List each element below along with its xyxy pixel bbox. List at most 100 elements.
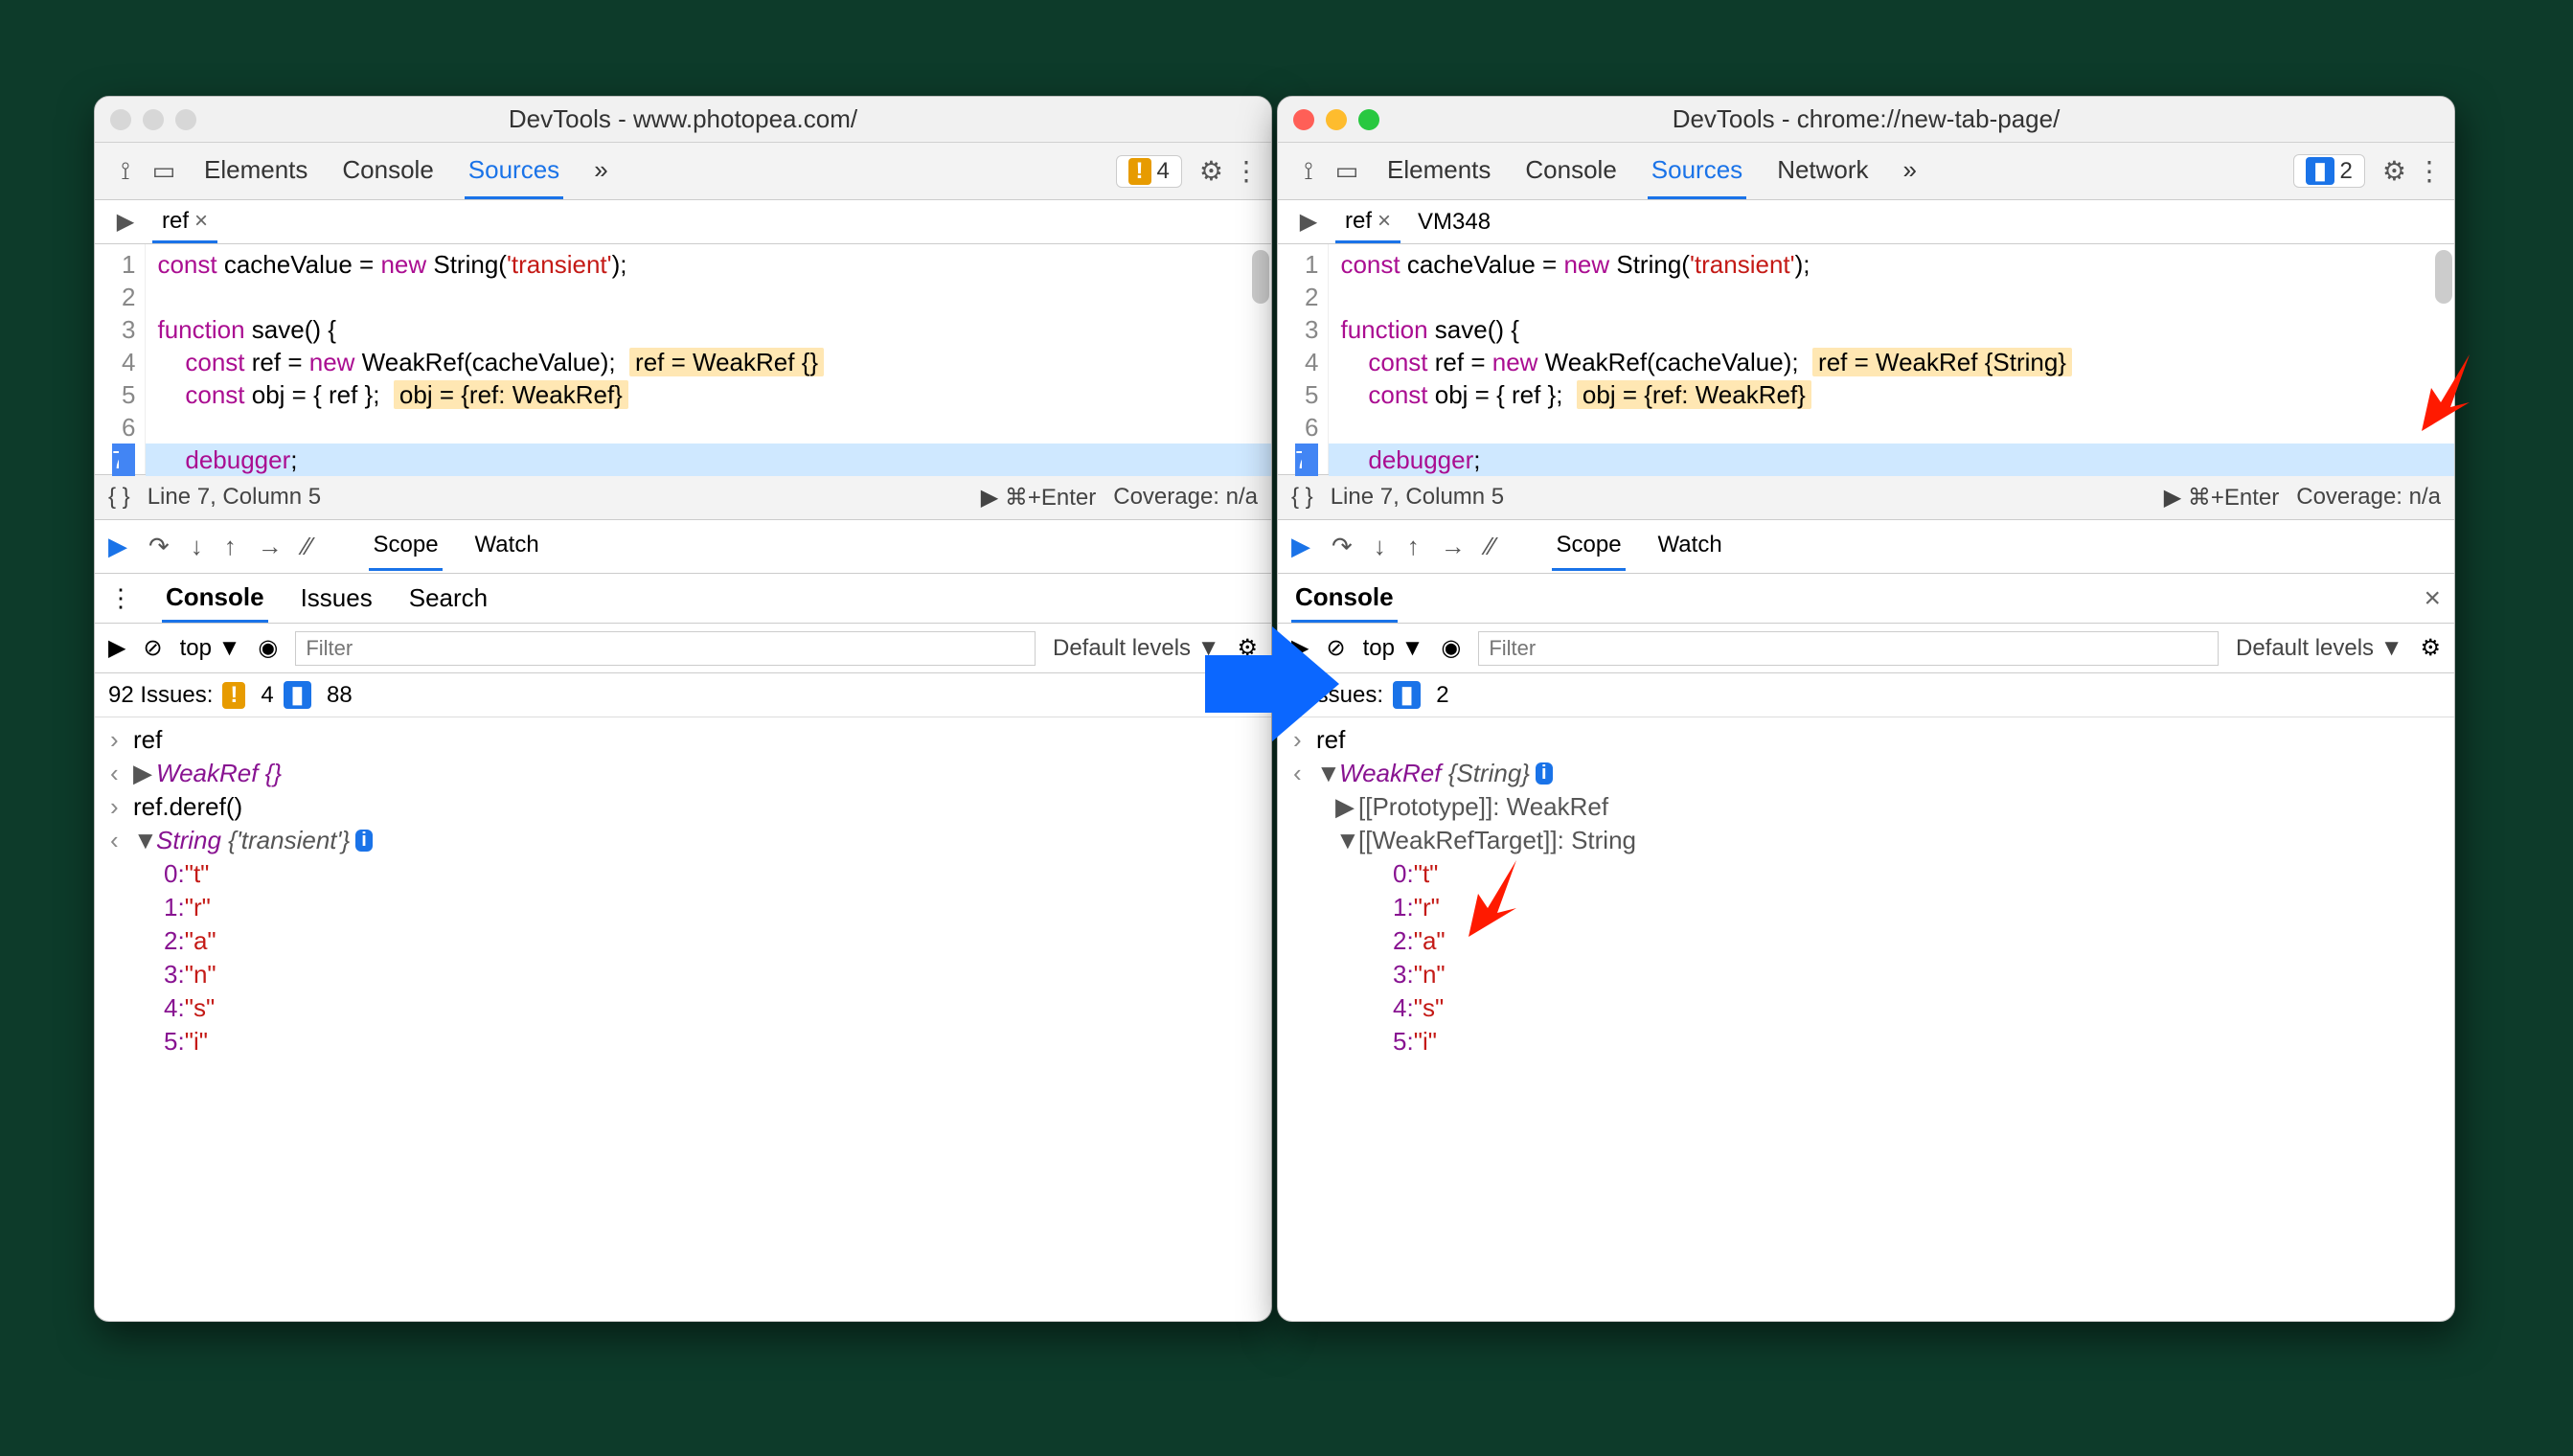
expand-toggle-icon[interactable]: ▼ [133,826,156,855]
file-tab-ref[interactable]: ref× [152,201,217,243]
file-tab-vm[interactable]: VM348 [1408,202,1500,241]
object-property[interactable]: ▶[[Prototype]]: WeakRef [1278,790,2454,824]
tab-network[interactable]: Network [1773,144,1872,199]
close-icon[interactable]: × [194,208,208,234]
object-property[interactable]: 4: "s" [95,991,1271,1025]
deactivate-bp-icon[interactable]: ⁄⁄ [304,532,312,561]
dbg-tab-watch[interactable]: Watch [1654,522,1726,571]
object-property[interactable]: 0: "t" [95,857,1271,891]
tab-elements[interactable]: Elements [200,144,311,199]
run-snippet-icon[interactable]: ▶ [106,203,145,241]
step-out-icon[interactable]: ↑ [224,532,237,561]
step-over-icon[interactable]: ↷ [148,532,170,561]
info-badge-icon[interactable]: i [1536,762,1553,785]
step-icon[interactable]: → [1441,532,1466,561]
drawer-tab-console[interactable]: Console [1291,575,1398,623]
blue-arrow-annotation [1205,626,1339,741]
drawer-menu-icon[interactable]: ⋮ [108,583,133,613]
object-property[interactable]: 4: "s" [1278,991,2454,1025]
expand-toggle-icon[interactable]: ▶ [133,759,156,788]
tab-console[interactable]: Console [1521,144,1620,199]
drawer-tab-search[interactable]: Search [405,576,491,621]
log-levels-selector[interactable]: Default levels ▼ [1053,635,1220,662]
code-editor[interactable]: 1234567 const cacheValue = new String('t… [1278,244,2454,474]
expand-toggle-icon[interactable]: ▶ [1335,792,1358,822]
expand-toggle-icon[interactable]: ▼ [1316,759,1339,788]
tab-console[interactable]: Console [338,144,437,199]
braces-icon[interactable]: { } [108,484,130,511]
clear-console-icon[interactable]: ⊘ [143,634,162,662]
object-property[interactable]: 3: "n" [95,958,1271,991]
close-drawer-icon[interactable]: × [2424,582,2441,615]
inspect-icon[interactable]: ⟟ [106,152,145,191]
input-prompt-icon: › [110,725,133,755]
tab-elements[interactable]: Elements [1383,144,1494,199]
debugger-toolbar: ▶ ↷ ↓ ↑ → ⁄⁄ Scope Watch [1278,520,2454,574]
run-snippet-icon[interactable]: ▶ [1289,203,1328,241]
inspect-icon[interactable]: ⟟ [1289,152,1328,191]
device-toggle-icon[interactable]: ▭ [145,152,183,191]
issues-badge[interactable]: ▮2 [2293,154,2365,188]
close-icon[interactable]: × [1378,208,1391,234]
object-property[interactable]: ▼[[WeakRefTarget]]: String [1278,824,2454,857]
object-property[interactable]: 1: "r" [95,891,1271,924]
dbg-tab-watch[interactable]: Watch [471,522,543,571]
code-editor[interactable]: 1234567 const cacheValue = new String('t… [95,244,1271,474]
drawer-tab-issues[interactable]: Issues [297,576,376,621]
line-gutter[interactable]: 1234567 [95,244,146,474]
step-into-icon[interactable]: ↓ [191,532,203,561]
more-menu-icon[interactable]: ⋮ [1233,155,1260,187]
braces-icon[interactable]: { } [1291,484,1313,511]
tab-sources[interactable]: Sources [465,144,563,199]
step-into-icon[interactable]: ↓ [1374,532,1386,561]
scrollbar[interactable] [2435,250,2452,304]
issues-badge[interactable]: !4 [1116,155,1182,188]
console-toolbar: ▶ ⊘ top ▼ ◉ Default levels ▼ ⚙ [95,624,1271,673]
resume-icon[interactable]: ▶ [1291,532,1310,561]
object-property[interactable]: 2: "a" [95,924,1271,958]
object-property[interactable]: 5: "i" [1278,1025,2454,1058]
scrollbar[interactable] [1252,250,1269,304]
issues-summary[interactable]: 2 Issues: ▮2 [1278,673,2454,717]
editor-status-bar: { } Line 7, Column 5 ▶ ⌘+Enter Coverage:… [95,474,1271,520]
breakpoint-marker[interactable]: 7 [1295,444,1318,476]
device-toggle-icon[interactable]: ▭ [1328,152,1366,191]
more-menu-icon[interactable]: ⋮ [2416,155,2443,187]
context-selector[interactable]: top ▼ [1363,635,1424,662]
object-property[interactable]: 5: "i" [95,1025,1271,1058]
log-levels-selector[interactable]: Default levels ▼ [2236,635,2403,662]
tab-sources[interactable]: Sources [1648,144,1746,199]
console-output[interactable]: ›ref ‹▶WeakRef {} ›ref.deref() ‹▼String … [95,717,1271,1064]
context-selector[interactable]: top ▼ [180,635,241,662]
console-filter-input[interactable] [295,631,1036,666]
line-gutter[interactable]: 1234567 [1278,244,1329,474]
step-over-icon[interactable]: ↷ [1332,532,1353,561]
play-icon[interactable]: ▶ [108,634,125,662]
drawer-tab-console[interactable]: Console [162,575,268,623]
expand-toggle-icon[interactable]: ▼ [1335,826,1358,855]
tabs-more[interactable]: » [590,144,611,199]
info-badge-icon[interactable]: i [355,830,373,852]
settings-gear-icon[interactable]: ⚙ [2382,155,2406,187]
console-settings-icon[interactable]: ⚙ [2420,634,2441,662]
dbg-tab-scope[interactable]: Scope [369,522,442,571]
resume-icon[interactable]: ▶ [108,532,127,561]
deactivate-bp-icon[interactable]: ⁄⁄ [1487,532,1495,561]
live-expression-icon[interactable]: ◉ [1441,634,1461,662]
settings-gear-icon[interactable]: ⚙ [1199,155,1223,187]
breakpoint-marker[interactable]: 7 [112,444,135,476]
object-preview[interactable]: String {'transient'} [156,826,350,855]
tabs-more[interactable]: » [1900,144,1921,199]
console-filter-input[interactable] [1478,631,2219,666]
step-out-icon[interactable]: ↑ [1407,532,1420,561]
issues-label: 92 Issues: [108,682,213,709]
issues-summary[interactable]: 92 Issues: !4 ▮88 [95,673,1271,717]
inline-value: obj = {ref: WeakRef} [1577,380,1811,409]
object-property[interactable]: 3: "n" [1278,958,2454,991]
step-icon[interactable]: → [258,532,283,561]
object-preview[interactable]: WeakRef {String} [1339,759,1530,788]
live-expression-icon[interactable]: ◉ [258,634,278,662]
file-tab-ref[interactable]: ref× [1335,201,1400,243]
object-preview[interactable]: WeakRef {} [156,759,282,788]
dbg-tab-scope[interactable]: Scope [1552,522,1625,571]
